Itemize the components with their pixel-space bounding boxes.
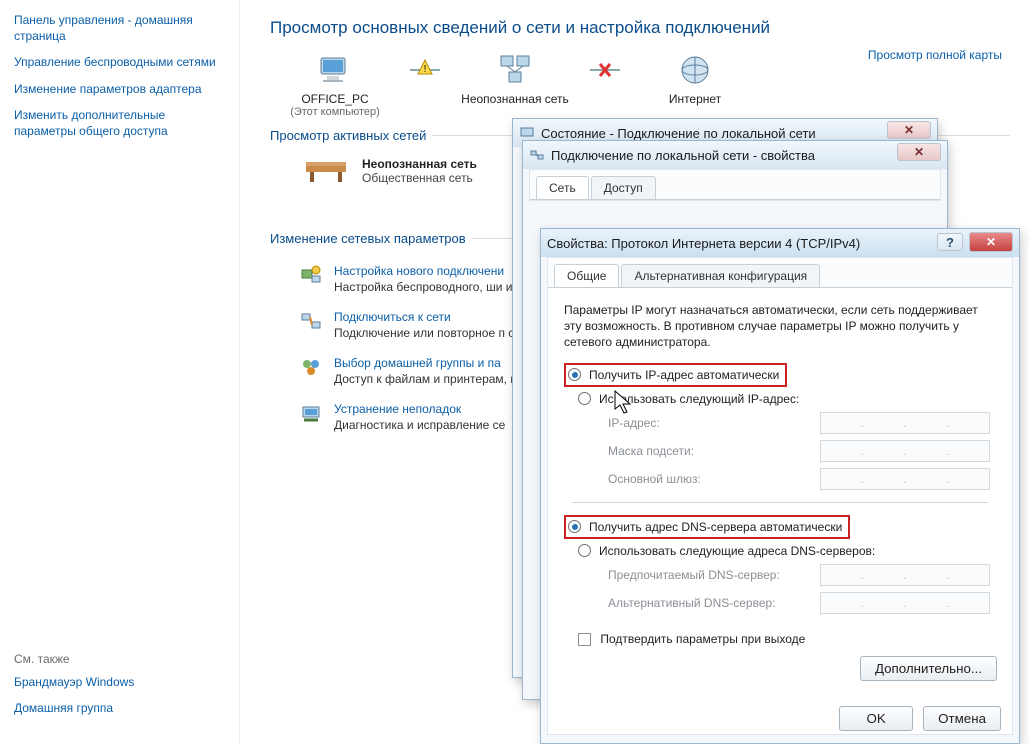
tab-network[interactable]: Сеть: [536, 176, 589, 199]
view-full-map-link[interactable]: Просмотр полной карты: [868, 48, 1002, 62]
radio-dns-manual[interactable]: [578, 544, 591, 557]
highlight-dns-auto: Получить адрес DNS-сервера автоматически: [564, 515, 850, 539]
new-connection-icon: [300, 264, 322, 286]
ipv4-tabs: Общие Альтернативная конфигурация: [548, 258, 1012, 288]
advanced-button[interactable]: Дополнительно...: [860, 656, 997, 681]
window-title: Свойства: Протокол Интернета версии 4 (T…: [547, 236, 860, 251]
window-icon: [519, 125, 535, 141]
node-unknown-network: Неопознанная сеть: [450, 52, 580, 106]
tab-alternate[interactable]: Альтернативная конфигурация: [621, 264, 820, 287]
sidebar-home[interactable]: Панель управления - домашняя страница: [14, 12, 225, 44]
confirm-checkbox[interactable]: [578, 633, 591, 646]
ipv4-info-text: Параметры IP могут назначаться автоматич…: [564, 302, 996, 351]
dns1-input: ...: [820, 564, 990, 586]
sidebar-link-adapter[interactable]: Изменение параметров адаптера: [14, 81, 225, 97]
radio-dns-auto-label: Получить адрес DNS-сервера автоматически: [589, 520, 842, 534]
ip-address-label: IP-адрес:: [608, 416, 808, 430]
confirm-on-exit-row[interactable]: Подтвердить параметры при выходе: [578, 632, 996, 646]
radio-dns-auto[interactable]: [568, 520, 581, 533]
close-button[interactable]: ✕: [887, 121, 931, 139]
task-desc: Диагностика и исправление се: [334, 418, 505, 432]
connect-icon: [300, 310, 322, 332]
node-pc-label: OFFICE_PC: [270, 92, 400, 106]
node-internet-label: Интернет: [630, 92, 760, 106]
node-this-pc: OFFICE_PC (Этот компьютер): [270, 52, 400, 118]
troubleshoot-icon: [300, 402, 322, 424]
radio-dns-manual-label: Использовать следующие адреса DNS-сервер…: [599, 544, 875, 558]
dns1-label: Предпочитаемый DNS-сервер:: [608, 568, 808, 582]
radio-ip-manual[interactable]: [578, 392, 591, 405]
sidebar: Панель управления - домашняя страница Уп…: [0, 0, 240, 744]
lanprops-tabs: Сеть Доступ: [530, 170, 940, 200]
globe-icon: [677, 52, 713, 88]
cancel-button[interactable]: Отмена: [923, 706, 1001, 731]
subnet-mask-input: ...: [820, 440, 990, 462]
network-icon: [497, 52, 533, 88]
gateway-label: Основной шлюз:: [608, 472, 808, 486]
radio-ip-auto[interactable]: [568, 368, 581, 381]
radio-ip-manual-label: Использовать следующий IP-адрес:: [599, 392, 799, 406]
homegroup-icon: [300, 356, 322, 378]
computer-icon: [317, 52, 353, 88]
see-also-label: См. также: [14, 652, 134, 666]
subnet-mask-label: Маска подсети:: [608, 444, 808, 458]
bench-icon: [304, 158, 348, 184]
highlight-ip-auto: Получить IP-адрес автоматически: [564, 363, 787, 387]
svg-text:!: !: [424, 64, 427, 75]
node-unknown-label: Неопознанная сеть: [450, 92, 580, 106]
sidebar-link-homegroup[interactable]: Домашняя группа: [14, 700, 134, 716]
window-title: Состояние - Подключение по локальной сет…: [541, 126, 816, 141]
dns2-label: Альтернативный DNS-сервер:: [608, 596, 808, 610]
radio-ip-auto-label: Получить IP-адрес автоматически: [589, 368, 779, 382]
active-network-name: Неопознанная сеть: [362, 157, 477, 171]
confirm-label: Подтвердить параметры при выходе: [600, 632, 805, 646]
close-button[interactable]: ✕: [969, 232, 1013, 252]
connector-fail-icon: [580, 52, 630, 88]
node-internet: Интернет: [630, 52, 760, 106]
ip-address-input: ...: [820, 412, 990, 434]
connector-warn-icon: !: [400, 52, 450, 88]
ok-button[interactable]: OK: [839, 706, 913, 731]
dns2-input: ...: [820, 592, 990, 614]
help-button[interactable]: ?: [937, 233, 963, 251]
task-title: Устранение неполадок: [334, 402, 505, 416]
tab-general[interactable]: Общие: [554, 264, 619, 287]
window-icon: [529, 147, 545, 163]
tab-access[interactable]: Доступ: [591, 176, 656, 199]
sidebar-link-sharing[interactable]: Изменить дополнительные параметры общего…: [14, 107, 225, 139]
close-button[interactable]: ✕: [897, 143, 941, 161]
window-title: Подключение по локальной сети - свойства: [551, 148, 815, 163]
active-network-type: Общественная сеть: [362, 171, 477, 185]
gateway-input: ...: [820, 468, 990, 490]
sidebar-link-wireless[interactable]: Управление беспроводными сетями: [14, 54, 225, 70]
page-title: Просмотр основных сведений о сети и наст…: [270, 18, 1010, 38]
sidebar-link-firewall[interactable]: Брандмауэр Windows: [14, 674, 134, 690]
ipv4-properties-window: Свойства: Протокол Интернета версии 4 (T…: [540, 228, 1020, 744]
node-pc-sub: (Этот компьютер): [270, 106, 400, 118]
